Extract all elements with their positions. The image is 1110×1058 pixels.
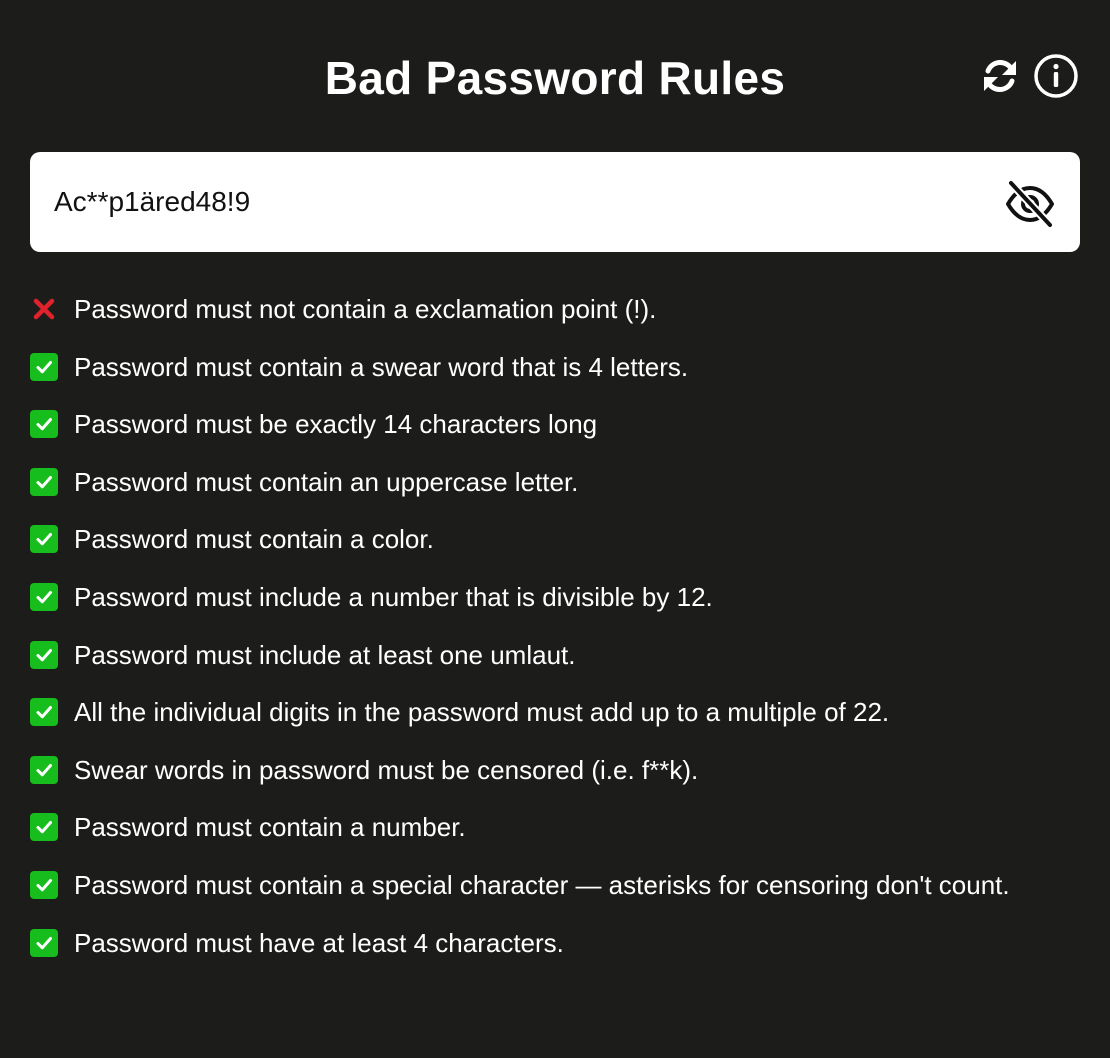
password-input[interactable] [54,152,994,252]
info-icon [1034,54,1078,98]
rules-list: Password must not contain a exclamation … [30,292,1080,983]
check-icon [30,410,58,439]
check-icon [30,582,58,611]
rule-item-pass: Password must contain a number. [30,810,1080,844]
rule-item-fail: Password must not contain a exclamation … [30,292,1080,326]
check-icon [30,755,58,784]
check-icon [30,813,58,842]
refresh-icon [984,60,1016,92]
rule-text: Password must include at least one umlau… [74,639,576,670]
app-header: Bad Password Rules [0,0,1110,150]
eye-off-icon [1006,179,1054,229]
password-field-container [30,152,1080,252]
cross-icon [30,295,58,323]
rule-item-pass: Password must contain a swear word that … [30,350,1080,384]
rule-text: Password must contain an uppercase lette… [74,466,579,497]
refresh-button[interactable] [976,52,1024,100]
rule-item-pass: Password must have at least 4 characters… [30,926,1080,960]
rule-text: Password must have at least 4 characters… [74,927,564,958]
rule-item-pass: Password must include a number that is d… [30,580,1080,614]
check-icon [30,525,58,554]
check-icon [30,698,58,727]
rule-text: Password must contain a special characte… [74,869,1010,900]
check-icon [30,870,58,899]
rule-text: Password must be exactly 14 characters l… [74,409,598,440]
info-button[interactable] [1032,52,1080,100]
rule-item-pass: All the individual digits in the passwor… [30,695,1080,729]
rule-item-pass: Password must contain an uppercase lette… [30,465,1080,499]
rule-text: Swear words in password must be censored… [74,754,699,785]
check-icon [30,640,58,669]
check-icon [30,928,58,957]
rule-text: Password must contain a swear word that … [74,351,689,382]
page-title: Bad Password Rules [324,52,786,104]
rule-text: Password must not contain a exclamation … [74,294,657,324]
check-icon [30,467,58,496]
rule-item-pass: Password must be exactly 14 characters l… [30,407,1080,441]
rule-item-pass: Password must contain a color. [30,522,1080,556]
rule-item-pass: Swear words in password must be censored… [30,753,1080,787]
rule-text: Password must contain a number. [74,812,466,843]
rule-item-pass: Password must contain a special characte… [30,868,1080,902]
rule-text: Password must contain a color. [74,524,434,555]
rule-text: All the individual digits in the passwor… [74,697,890,728]
rule-text: Password must include a number that is d… [74,581,713,612]
toggle-visibility-button[interactable] [1000,177,1060,231]
check-icon [30,352,58,381]
rule-item-pass: Password must include at least one umlau… [30,638,1080,672]
